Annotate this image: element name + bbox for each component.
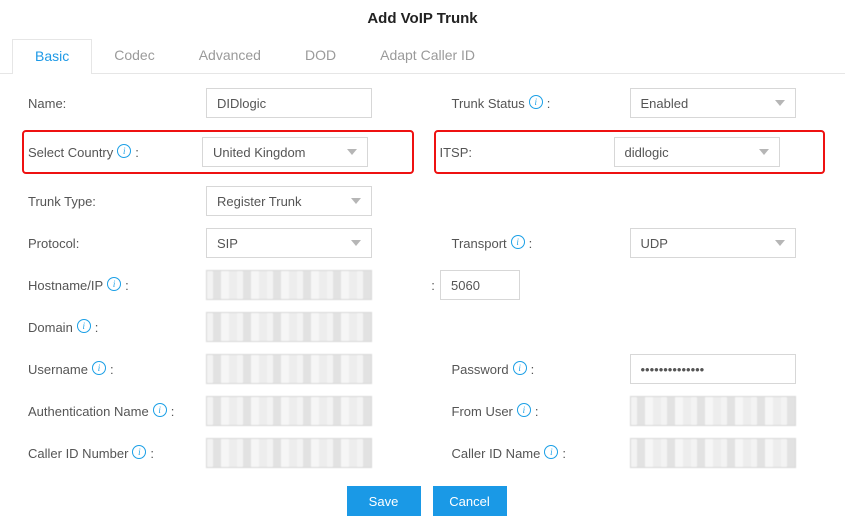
tabs: Basic Codec Advanced DOD Adapt Caller ID: [0, 39, 845, 74]
chevron-down-icon: [775, 100, 785, 106]
label-domain: Domain :: [28, 320, 206, 335]
label-transport: Transport :: [452, 236, 630, 251]
label-hostname: Hostname/IP :: [28, 278, 206, 293]
chevron-down-icon: [351, 240, 361, 246]
chevron-down-icon: [759, 149, 769, 155]
trunk-type-select[interactable]: Register Trunk: [206, 186, 372, 216]
form-body: Name: Trunk Status : Enabled Select Coun…: [0, 74, 845, 516]
label-itsp: ITSP:: [440, 145, 614, 160]
tab-basic[interactable]: Basic: [12, 39, 92, 74]
label-select-country: Select Country :: [28, 145, 202, 160]
label-cid-name: Caller ID Name :: [452, 446, 630, 461]
protocol-select[interactable]: SIP: [206, 228, 372, 258]
label-username: Username :: [28, 362, 206, 377]
info-icon[interactable]: [517, 403, 531, 417]
info-icon[interactable]: [92, 361, 106, 375]
transport-select[interactable]: UDP: [630, 228, 796, 258]
tab-advanced[interactable]: Advanced: [177, 39, 283, 73]
label-protocol: Protocol:: [28, 236, 206, 251]
info-icon[interactable]: [132, 445, 146, 459]
trunk-status-select[interactable]: Enabled: [630, 88, 796, 118]
tab-dod[interactable]: DOD: [283, 39, 358, 73]
chevron-down-icon: [351, 198, 361, 204]
info-icon[interactable]: [544, 445, 558, 459]
label-from-user: From User :: [452, 404, 630, 419]
select-country-select[interactable]: United Kingdom: [202, 137, 368, 167]
info-icon[interactable]: [107, 277, 121, 291]
cancel-button[interactable]: Cancel: [433, 486, 507, 516]
tab-adapt-caller-id[interactable]: Adapt Caller ID: [358, 39, 497, 73]
label-name: Name:: [28, 96, 206, 111]
name-input[interactable]: [206, 88, 372, 118]
info-icon[interactable]: [153, 403, 167, 417]
chevron-down-icon: [775, 240, 785, 246]
tab-codec[interactable]: Codec: [92, 39, 176, 73]
info-icon[interactable]: [77, 319, 91, 333]
add-voip-trunk-dialog: Add VoIP Trunk Basic Codec Advanced DOD …: [0, 0, 845, 516]
port-input[interactable]: [440, 270, 520, 300]
save-button[interactable]: Save: [347, 486, 421, 516]
dialog-footer: Save Cancel: [28, 480, 825, 516]
label-password: Password :: [452, 362, 630, 377]
port-separator: :: [426, 278, 440, 293]
cid-number-input[interactable]: [206, 438, 372, 468]
info-icon[interactable]: [513, 361, 527, 375]
itsp-highlight: ITSP: didlogic: [434, 130, 826, 174]
from-user-input[interactable]: [630, 396, 796, 426]
domain-input[interactable]: [206, 312, 372, 342]
dialog-title: Add VoIP Trunk: [0, 0, 845, 39]
hostname-input[interactable]: [206, 270, 372, 300]
info-icon[interactable]: [117, 144, 131, 158]
cid-name-input[interactable]: [630, 438, 796, 468]
select-country-highlight: Select Country : United Kingdom: [22, 130, 414, 174]
label-cid-number: Caller ID Number :: [28, 446, 206, 461]
label-trunk-type: Trunk Type:: [28, 194, 206, 209]
info-icon[interactable]: [511, 235, 525, 249]
label-auth-name: Authentication Name :: [28, 404, 206, 419]
chevron-down-icon: [347, 149, 357, 155]
password-input[interactable]: [630, 354, 796, 384]
itsp-select[interactable]: didlogic: [614, 137, 780, 167]
label-trunk-status: Trunk Status :: [452, 96, 630, 111]
username-input[interactable]: [206, 354, 372, 384]
info-icon[interactable]: [529, 95, 543, 109]
auth-name-input[interactable]: [206, 396, 372, 426]
